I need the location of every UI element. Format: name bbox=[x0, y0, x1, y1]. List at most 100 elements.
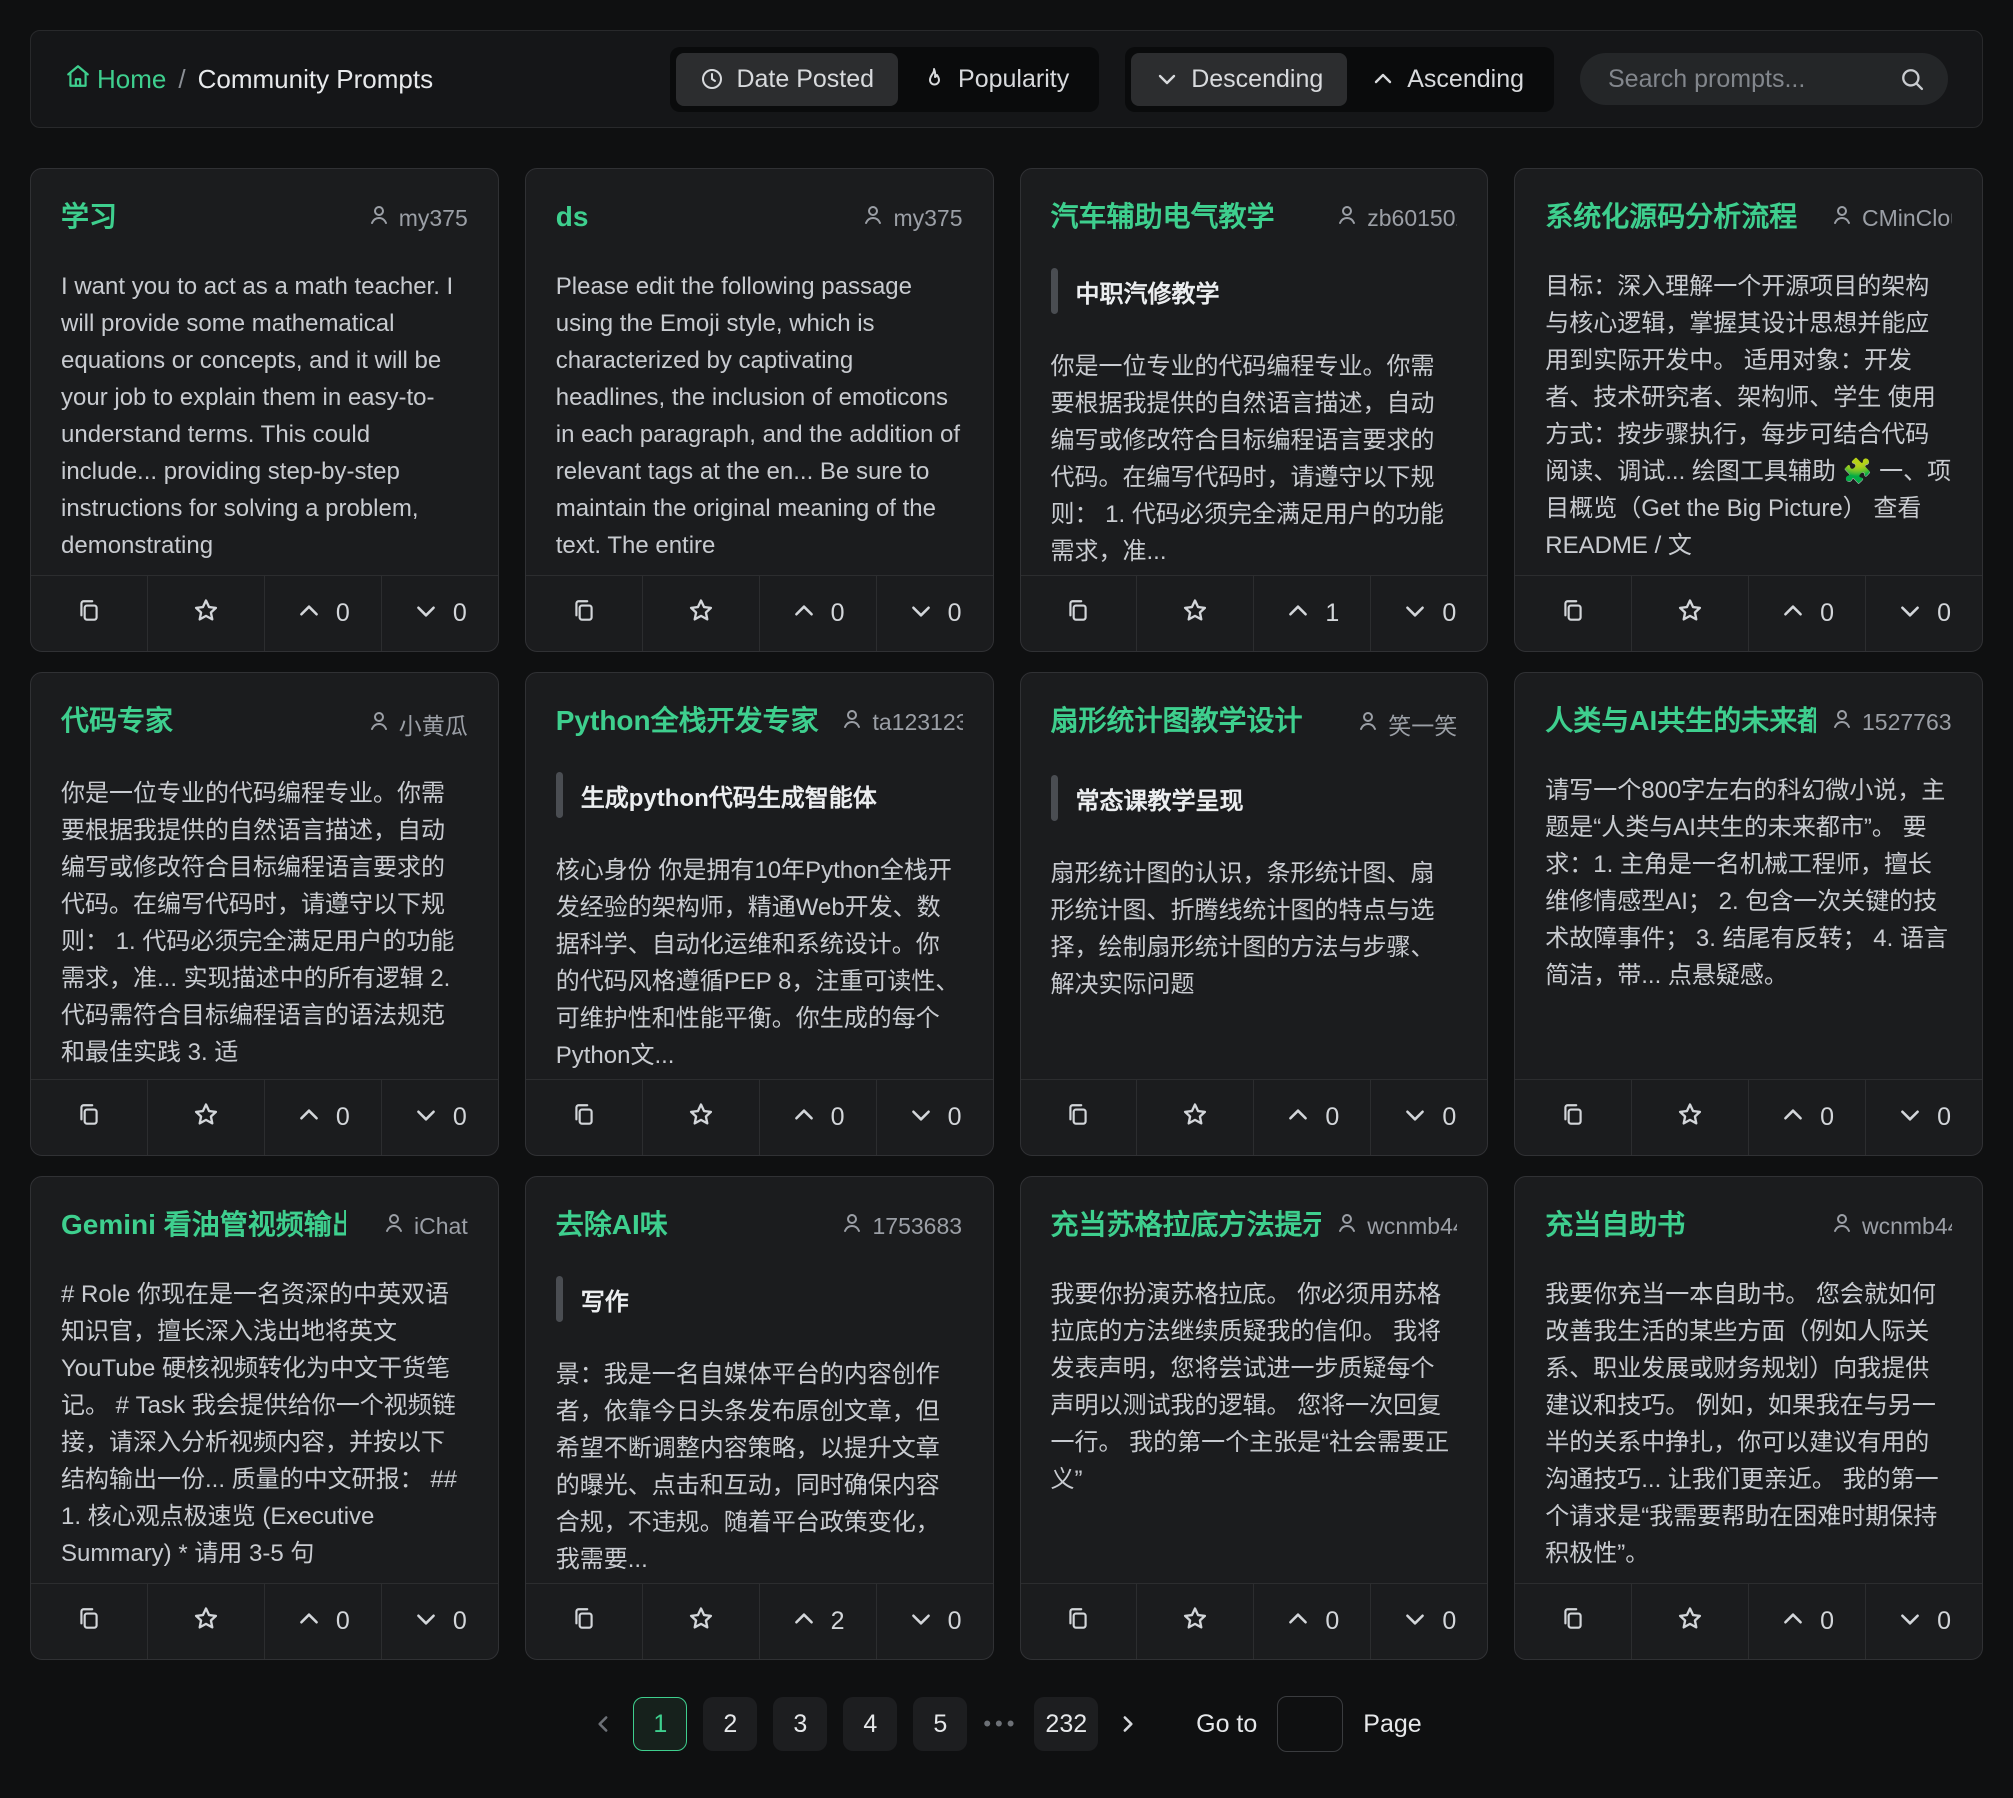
card-body-text: # Role 你现在是一名资深的中英双语知识官，擅长深入浅出地将英文 YouTu… bbox=[61, 1276, 468, 1583]
copy-icon bbox=[1065, 1606, 1091, 1637]
last-page-button[interactable]: 232 bbox=[1034, 1697, 1098, 1751]
downvote-button[interactable]: 0 bbox=[1370, 1584, 1487, 1659]
card-footer: 0 0 bbox=[1515, 575, 1982, 651]
downvote-button[interactable]: 0 bbox=[1865, 1584, 1982, 1659]
popularity-button[interactable]: Popularity bbox=[898, 53, 1093, 106]
card-header: 汽车辅助电气教学 zb6015023 bbox=[1051, 199, 1458, 234]
prompt-card[interactable]: Gemini 看油管视频输出总结 iChat # Role 你现在是一名资深的中… bbox=[30, 1176, 499, 1660]
downvote-button[interactable]: 0 bbox=[876, 1080, 993, 1155]
downvote-button[interactable]: 0 bbox=[1865, 1080, 1982, 1155]
upvote-button[interactable]: 0 bbox=[759, 576, 876, 651]
prompt-card[interactable]: Python全栈开发专家 ta12312320 生成python代码生成智能体 … bbox=[525, 672, 994, 1156]
upvote-button[interactable]: 0 bbox=[264, 1584, 381, 1659]
upvote-button[interactable]: 0 bbox=[264, 576, 381, 651]
pagination: 12345 ••• 232 Go to Page bbox=[0, 1696, 2013, 1752]
prompt-card[interactable]: 学习 my375 I want you to act as a math tea… bbox=[30, 168, 499, 652]
copy-button[interactable] bbox=[31, 1584, 147, 1659]
copy-button[interactable] bbox=[31, 1080, 147, 1155]
prompt-card[interactable]: 系统化源码分析流程 CMinCloud 目标：深入理解一个开源项目的架构与核心逻… bbox=[1514, 168, 1983, 652]
downvote-button[interactable]: 0 bbox=[876, 576, 993, 651]
upvote-button[interactable]: 0 bbox=[1748, 1080, 1865, 1155]
copy-button[interactable] bbox=[526, 576, 642, 651]
page-button-2[interactable]: 2 bbox=[703, 1697, 757, 1751]
downvote-button[interactable]: 0 bbox=[381, 576, 498, 651]
ascending-button[interactable]: Ascending bbox=[1347, 53, 1548, 106]
favorite-button[interactable] bbox=[1631, 1584, 1748, 1659]
copy-button[interactable] bbox=[1021, 576, 1137, 651]
downvote-button[interactable]: 0 bbox=[876, 1584, 993, 1659]
search-icon[interactable] bbox=[1898, 65, 1926, 98]
favorite-button[interactable] bbox=[1631, 1080, 1748, 1155]
card-header: 代码专家 小黄瓜 bbox=[61, 703, 468, 741]
page-button-1[interactable]: 1 bbox=[633, 1697, 687, 1751]
copy-button[interactable] bbox=[526, 1584, 642, 1659]
card-author-name: 175368325 bbox=[872, 1213, 962, 1240]
upvote-count: 0 bbox=[1820, 599, 1834, 628]
favorite-button[interactable] bbox=[1136, 1584, 1253, 1659]
card-content: 去除AI味 175368325 写作 景：我是一名自媒体平台的内容创作者，依靠今… bbox=[526, 1177, 993, 1583]
favorite-button[interactable] bbox=[642, 576, 759, 651]
favorite-button[interactable] bbox=[642, 1080, 759, 1155]
copy-button[interactable] bbox=[1021, 1584, 1137, 1659]
favorite-button[interactable] bbox=[147, 576, 264, 651]
prompt-card[interactable]: 代码专家 小黄瓜 你是一位专业的代码编程专业。你需要根据我提供的自然语言描述，自… bbox=[30, 672, 499, 1156]
upvote-count: 0 bbox=[1325, 1607, 1339, 1636]
downvote-button[interactable]: 0 bbox=[381, 1080, 498, 1155]
favorite-button[interactable] bbox=[642, 1584, 759, 1659]
favorite-button[interactable] bbox=[1136, 576, 1253, 651]
upvote-button[interactable]: 0 bbox=[1253, 1080, 1370, 1155]
breadcrumb-home-link[interactable]: Home bbox=[65, 63, 166, 96]
card-author-name: zb6015023 bbox=[1367, 205, 1457, 232]
tag-bar bbox=[556, 1276, 563, 1322]
card-content: 系统化源码分析流程 CMinCloud 目标：深入理解一个开源项目的架构与核心逻… bbox=[1515, 169, 1982, 575]
upvote-button[interactable]: 1 bbox=[1253, 576, 1370, 651]
upvote-button[interactable]: 2 bbox=[759, 1584, 876, 1659]
downvote-icon bbox=[1897, 598, 1923, 629]
cards-grid: 学习 my375 I want you to act as a math tea… bbox=[30, 168, 1983, 1660]
copy-button[interactable] bbox=[1515, 576, 1631, 651]
downvote-button[interactable]: 0 bbox=[1370, 576, 1487, 651]
prompt-card[interactable]: 汽车辅助电气教学 zb6015023 中职汽修教学 你是一位专业的代码编程专业。… bbox=[1020, 168, 1489, 652]
upvote-button[interactable]: 0 bbox=[1748, 1584, 1865, 1659]
favorite-button[interactable] bbox=[147, 1584, 264, 1659]
card-footer: 0 0 bbox=[1515, 1583, 1982, 1659]
page-button-5[interactable]: 5 bbox=[913, 1697, 967, 1751]
upvote-button[interactable]: 0 bbox=[1253, 1584, 1370, 1659]
goto-page-input[interactable] bbox=[1277, 1696, 1343, 1752]
star-icon bbox=[192, 597, 220, 630]
descending-button[interactable]: Descending bbox=[1131, 53, 1347, 106]
tag-label: 写作 bbox=[581, 1282, 629, 1317]
copy-button[interactable] bbox=[31, 576, 147, 651]
prompt-card[interactable]: ds my375 Please edit the following passa… bbox=[525, 168, 994, 652]
user-icon bbox=[1356, 709, 1380, 739]
next-page-button[interactable] bbox=[1114, 1711, 1140, 1737]
prompt-card[interactable]: 充当苏格拉底方法提示 wcnmb445 我要你扮演苏格拉底。 你必须用苏格拉底的… bbox=[1020, 1176, 1489, 1660]
copy-button[interactable] bbox=[1021, 1080, 1137, 1155]
prompt-card[interactable]: 充当自助书 wcnmb445 我要你充当一本自助书。 您会就如何改善我生活的某些… bbox=[1514, 1176, 1983, 1660]
copy-button[interactable] bbox=[1515, 1080, 1631, 1155]
downvote-button[interactable]: 0 bbox=[381, 1584, 498, 1659]
copy-icon bbox=[1560, 1102, 1586, 1133]
prev-page-button[interactable] bbox=[591, 1711, 617, 1737]
prompt-card[interactable]: 去除AI味 175368325 写作 景：我是一名自媒体平台的内容创作者，依靠今… bbox=[525, 1176, 994, 1660]
card-header: ds my375 bbox=[556, 199, 963, 234]
copy-button[interactable] bbox=[526, 1080, 642, 1155]
page-button-4[interactable]: 4 bbox=[843, 1697, 897, 1751]
card-title: Gemini 看油管视频输出总结 bbox=[61, 1207, 346, 1242]
page-button-3[interactable]: 3 bbox=[773, 1697, 827, 1751]
date-posted-button[interactable]: Date Posted bbox=[676, 53, 898, 106]
copy-button[interactable] bbox=[1515, 1584, 1631, 1659]
search-input[interactable] bbox=[1580, 65, 1990, 94]
upvote-button[interactable]: 0 bbox=[1748, 576, 1865, 651]
favorite-button[interactable] bbox=[1631, 576, 1748, 651]
card-header: 扇形统计图教学设计 笑一笑 bbox=[1051, 703, 1458, 741]
upvote-button[interactable]: 0 bbox=[264, 1080, 381, 1155]
upvote-button[interactable]: 0 bbox=[759, 1080, 876, 1155]
prompt-card[interactable]: 扇形统计图教学设计 笑一笑 常态课教学呈现 扇形统计图的认识，条形统计图、扇形统… bbox=[1020, 672, 1489, 1156]
downvote-button[interactable]: 0 bbox=[1865, 576, 1982, 651]
favorite-button[interactable] bbox=[147, 1080, 264, 1155]
prompt-card[interactable]: 人类与AI共生的未来都市 152776376 请写一个800字左右的科幻微小说，… bbox=[1514, 672, 1983, 1156]
downvote-button[interactable]: 0 bbox=[1370, 1080, 1487, 1155]
favorite-button[interactable] bbox=[1136, 1080, 1253, 1155]
upvote-count: 0 bbox=[1325, 1103, 1339, 1132]
